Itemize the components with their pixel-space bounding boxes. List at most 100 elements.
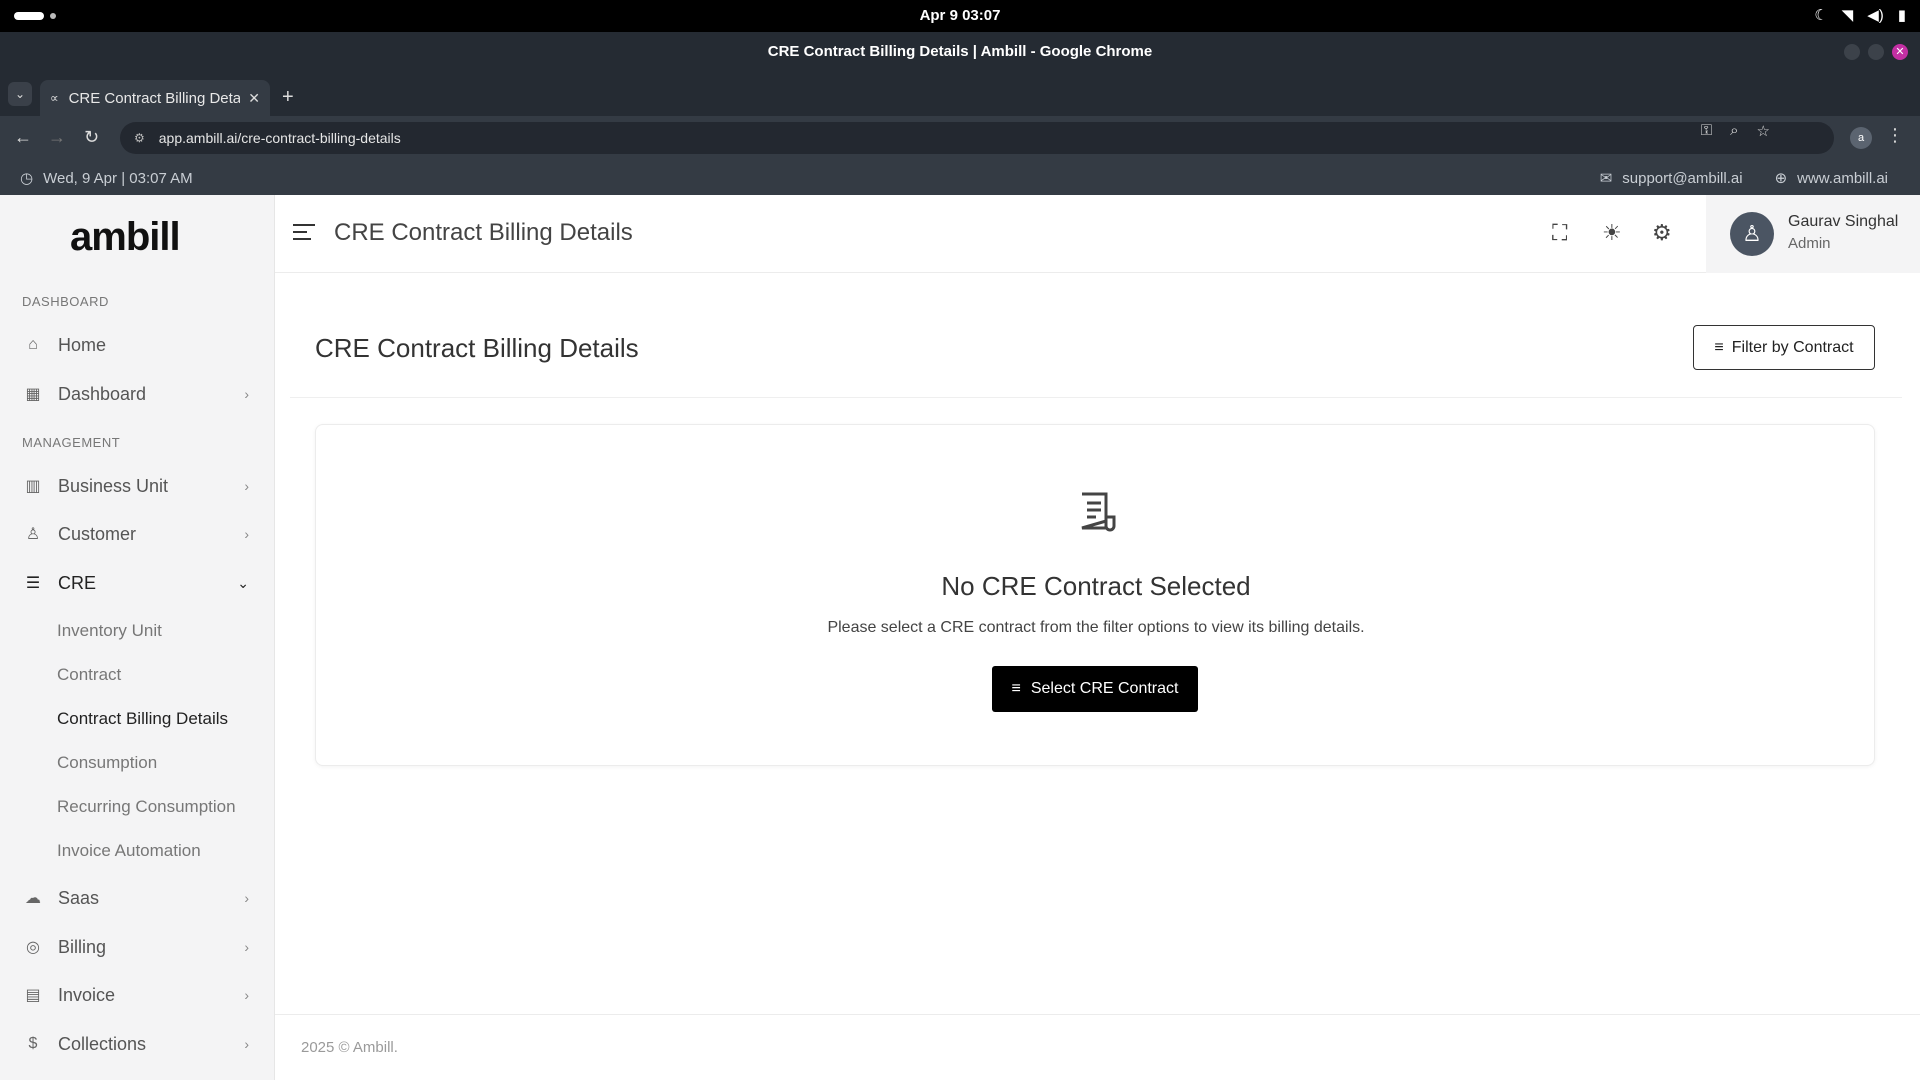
chevron-right-icon: › <box>244 526 249 542</box>
forward-icon[interactable]: → <box>48 127 66 148</box>
sidebar-item-label: Saas <box>58 887 100 908</box>
url-text: app.ambill.ai/cre-contract-billing-detai… <box>158 130 401 146</box>
battery-icon: ▮ <box>1897 7 1906 24</box>
user-icon: ♙ <box>25 526 41 543</box>
browser-menu-icon[interactable]: ⋮ <box>1886 125 1904 146</box>
user-avatar-icon: ♙ <box>1730 212 1774 256</box>
sidebar-item-label: Billing <box>58 936 107 957</box>
sidebar-item-business-unit[interactable]: ▥ Business Unit › <box>22 467 257 505</box>
chevron-right-icon: › <box>244 890 249 906</box>
globe-icon: ⊕ <box>1774 170 1788 187</box>
filter-by-contract-button[interactable]: ≡ Filter by Contract <box>1693 325 1875 370</box>
omnibox-actions: ⚿ ⌕ ☆ <box>1701 122 1770 140</box>
mail-icon: ✉ <box>1599 170 1613 187</box>
user-menu[interactable]: ♙ Gaurav Singhal Admin <box>1706 195 1920 273</box>
wifi-icon: ◥ <box>1841 7 1854 24</box>
close-window-button[interactable]: ✕ <box>1892 44 1908 60</box>
footer: 2025 © Ambill. <box>275 1014 1920 1080</box>
empty-state-card: No CRE Contract Selected Please select a… <box>315 424 1875 766</box>
settings-gear-icon[interactable]: ⚙ <box>1652 220 1672 246</box>
theme-sun-icon[interactable]: ☀ <box>1602 220 1622 246</box>
sidebar-item-dashboard[interactable]: ▦ Dashboard › <box>22 375 257 413</box>
filter-icon: ≡ <box>1714 338 1724 356</box>
tab-search-button[interactable]: ⌄ <box>8 82 32 106</box>
back-icon[interactable]: ← <box>14 127 32 148</box>
datetime-display: ◷ Wed, 9 Apr | 03:07 AM <box>20 169 193 188</box>
sidebar-item-label: Business Unit <box>58 475 169 496</box>
sidebar-subitem-contract-billing-details[interactable]: Contract Billing Details <box>57 709 228 729</box>
support-link[interactable]: ✉ support@ambill.ai <box>1599 169 1743 188</box>
profile-avatar[interactable]: a <box>1850 127 1872 149</box>
datetime-text: Wed, 9 Apr | 03:07 AM <box>43 169 193 187</box>
coin-icon: ◎ <box>26 939 40 956</box>
section-management: MANAGEMENT <box>22 435 121 450</box>
sidebar-item-label: Customer <box>58 523 137 544</box>
document-icon <box>1081 492 1116 532</box>
chevron-down-icon: ⌄ <box>237 574 249 591</box>
sidebar-item-saas[interactable]: ☁ Saas › <box>22 879 257 917</box>
sidebar-subitem-recurring-consumption[interactable]: Recurring Consumption <box>57 797 236 817</box>
site-info-icon[interactable]: ⚙ <box>134 131 145 145</box>
user-role: Admin <box>1788 235 1831 252</box>
app-info-bar: ◷ Wed, 9 Apr | 03:07 AM ✉ support@ambill.… <box>0 160 1920 195</box>
reload-icon[interactable]: ↻ <box>84 127 99 148</box>
ambill-logo[interactable]: ambill <box>70 215 181 260</box>
sidebar-item-cre[interactable]: ☰ CRE ⌄ <box>22 564 257 602</box>
sidebar-item-label: Dashboard <box>58 383 147 404</box>
sidebar-subitem-consumption[interactable]: Consumption <box>57 753 157 773</box>
new-tab-button[interactable]: + <box>282 86 294 109</box>
tab-title: CRE Contract Billing Details | Ambill <box>68 89 241 107</box>
sidebar-subitem-inventory-unit[interactable]: Inventory Unit <box>57 621 162 641</box>
dashboard-grid-icon: ▦ <box>25 386 41 403</box>
sidebar-item-collections[interactable]: $ Collections › <box>22 1025 257 1063</box>
sidebar-item-label: Invoice <box>58 984 116 1005</box>
system-tray[interactable]: ☾ ◥ ◀) ▮ <box>1814 6 1906 24</box>
select-button-label: Select CRE Contract <box>1030 680 1179 697</box>
sidebar-item-label: Home <box>58 334 107 355</box>
empty-state-message: Please select a CRE contract from the fi… <box>827 619 1365 636</box>
maximize-button[interactable] <box>1868 44 1884 60</box>
moon-icon: ☾ <box>1814 7 1828 24</box>
chevron-right-icon: › <box>244 939 249 955</box>
bookmark-star-icon[interactable]: ☆ <box>1757 122 1770 140</box>
sidebar-subitem-invoice-automation[interactable]: Invoice Automation <box>57 841 201 861</box>
select-cre-contract-button[interactable]: ≡ Select CRE Contract <box>992 666 1198 712</box>
support-email: support@ambill.ai <box>1622 169 1743 187</box>
invoice-icon: ▤ <box>25 987 41 1004</box>
ambill-favicon-icon: ∝ <box>50 91 59 105</box>
chevron-right-icon: › <box>244 478 249 494</box>
home-icon: ⌂ <box>28 336 38 353</box>
os-clock[interactable]: Apr 9 03:07 <box>0 7 1920 24</box>
chevron-right-icon: › <box>244 987 249 1003</box>
close-tab-icon[interactable]: ✕ <box>248 90 260 107</box>
sidebar-subitem-contract[interactable]: Contract <box>57 665 121 685</box>
clock-icon: ◷ <box>20 170 34 187</box>
sidebar-item-invoice[interactable]: ▤ Invoice › <box>22 976 257 1014</box>
header-page-title: CRE Contract Billing Details <box>334 219 633 246</box>
website-link[interactable]: ⊕ www.ambill.ai <box>1774 169 1888 188</box>
user-name: Gaurav Singhal <box>1788 213 1899 230</box>
sidebar-item-billing[interactable]: ◎ Billing › <box>22 928 257 966</box>
zoom-icon[interactable]: ⌕ <box>1730 122 1738 140</box>
minimize-button[interactable] <box>1844 44 1860 60</box>
building-icon: ▥ <box>25 478 41 495</box>
sidebar-item-home[interactable]: ⌂ Home <box>22 326 257 364</box>
dollar-icon: $ <box>28 1035 38 1052</box>
footer-copyright: 2025 © Ambill. <box>301 1039 398 1056</box>
tab-strip: ⌄ ∝ CRE Contract Billing Details | Ambil… <box>0 72 1920 116</box>
chevron-right-icon: › <box>244 1036 249 1052</box>
os-top-bar: Apr 9 03:07 ☾ ◥ ◀) ▮ <box>0 0 1920 32</box>
section-dashboard: DASHBOARD <box>22 294 109 309</box>
url-bar[interactable]: ⚙ app.ambill.ai/cre-contract-billing-det… <box>120 122 1834 154</box>
sidebar: ambill DASHBOARD ⌂ Home ▦ Dashboard › MA… <box>0 195 275 1080</box>
volume-icon: ◀) <box>1867 7 1884 24</box>
menu-toggle-icon[interactable] <box>293 224 315 245</box>
fullscreen-icon[interactable]: ⛶ <box>1552 220 1567 246</box>
sidebar-item-label: Collections <box>58 1033 147 1054</box>
filter-icon: ≡ <box>1011 680 1021 697</box>
browser-tab[interactable]: ∝ CRE Contract Billing Details | Ambill … <box>40 80 270 116</box>
contact-links: ✉ support@ambill.ai ⊕ www.ambill.ai <box>1599 169 1888 188</box>
password-key-icon[interactable]: ⚿ <box>1701 122 1712 140</box>
sidebar-item-customer[interactable]: ♙ Customer › <box>22 515 257 553</box>
window-controls: ✕ <box>1844 44 1908 60</box>
